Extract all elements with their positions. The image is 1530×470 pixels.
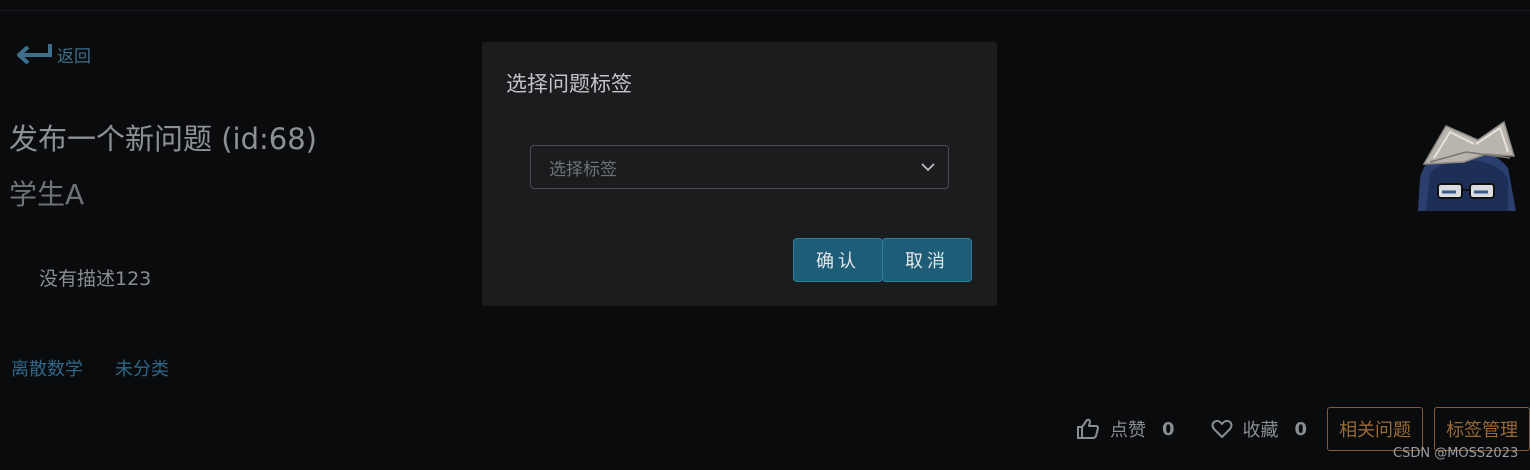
favorite-label: 收藏: [1242, 420, 1279, 441]
user-avatar[interactable]: [1416, 118, 1516, 211]
heart-icon: [1211, 419, 1233, 438]
tag-select-dialog: 选择问题标签 选择标签 确认 取消: [482, 42, 997, 306]
back-label: 返回: [57, 46, 91, 67]
action-bar: 点赞 0 收藏 0 相关问题 标签管理: [1076, 407, 1530, 451]
question-author: 学生A: [9, 178, 85, 211]
question-description: 没有描述123: [39, 268, 152, 290]
tag-link[interactable]: 离散数学: [11, 355, 83, 381]
dialog-title: 选择问题标签: [506, 72, 632, 96]
tag-select[interactable]: 选择标签: [530, 145, 949, 189]
related-questions-button[interactable]: 相关问题: [1327, 407, 1424, 451]
tag-manage-button[interactable]: 标签管理: [1434, 407, 1530, 451]
top-bar: [0, 0, 1530, 11]
favorite-button[interactable]: 收藏 0: [1211, 416, 1308, 442]
chevron-down-icon: [921, 163, 935, 172]
cancel-button[interactable]: 取消: [882, 238, 972, 282]
watermark: CSDN @MOSS2023: [1393, 446, 1519, 461]
thumbs-up-icon: [1077, 418, 1099, 439]
favorite-count: 0: [1294, 418, 1308, 440]
tag-list: 离散数学 未分类: [11, 355, 169, 381]
return-arrow-icon: [17, 44, 52, 65]
tag-select-placeholder: 选择标签: [549, 159, 617, 180]
tag-link[interactable]: 未分类: [115, 355, 169, 381]
like-count: 0: [1162, 418, 1175, 440]
back-link[interactable]: 返回: [15, 38, 91, 70]
like-label: 点赞: [1110, 420, 1146, 441]
like-button[interactable]: 点赞 0: [1076, 416, 1175, 442]
question-title: 发布一个新问题 (id:68): [9, 122, 317, 156]
confirm-button[interactable]: 确认: [793, 238, 883, 282]
